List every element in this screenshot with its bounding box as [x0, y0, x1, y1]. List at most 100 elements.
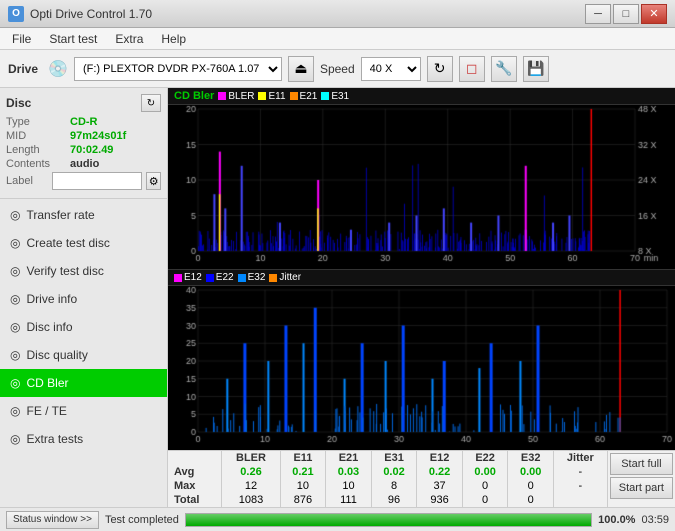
- disc-refresh-button[interactable]: ↻: [141, 94, 161, 112]
- e31-color: [321, 92, 329, 100]
- stats-wrapper: BLER E11 E21 E31 E12 E22 E32 Jitter: [168, 451, 675, 507]
- jitter-color: [269, 274, 277, 282]
- total-jitter: [553, 493, 607, 507]
- col-header-e11: E11: [280, 451, 326, 465]
- erase-button[interactable]: ◻: [459, 56, 485, 82]
- window-controls: ─ □ ✕: [585, 4, 667, 24]
- disc-label-icon[interactable]: ⚙: [146, 172, 161, 190]
- total-e21: 111: [326, 493, 372, 507]
- bler-label: BLER: [228, 91, 254, 102]
- drive-icon: 💿: [48, 59, 68, 79]
- jitter-label: Jitter: [279, 272, 301, 283]
- disc-length-label: Length: [6, 144, 66, 156]
- e31-label: E31: [331, 91, 349, 102]
- chart2-canvas: [168, 286, 675, 450]
- sidebar-item-extra-tests[interactable]: ◎ Extra tests: [0, 425, 167, 453]
- chart2-container: E12 E22 E32 Jitter: [168, 270, 675, 450]
- start-part-button[interactable]: Start part: [610, 477, 673, 499]
- e11-color: [258, 92, 266, 100]
- avg-label: Avg: [168, 465, 222, 479]
- avg-jitter: -: [553, 465, 607, 479]
- max-bler: 12: [222, 479, 280, 493]
- stats-total-row: Total 1083 876 111 96 936 0 0: [168, 493, 607, 507]
- sidebar-item-fe-te[interactable]: ◎ FE / TE: [0, 397, 167, 425]
- chart-area: CD Bler BLER E11 E21 E31: [168, 88, 675, 507]
- start-full-button[interactable]: Start full: [610, 453, 673, 475]
- sidebar-item-disc-quality[interactable]: ◎ Disc quality: [0, 341, 167, 369]
- e12-legend: E12: [174, 272, 202, 283]
- eject-button[interactable]: ⏏: [288, 56, 314, 82]
- sidebar-item-cd-bler[interactable]: ◎ CD Bler: [0, 369, 167, 397]
- sidebar-item-transfer-rate[interactable]: ◎ Transfer rate: [0, 201, 167, 229]
- chart1-canvas: [168, 105, 675, 269]
- menu-extra[interactable]: Extra: [107, 30, 151, 48]
- avg-e12: 0.22: [417, 465, 463, 479]
- refresh-button[interactable]: ↻: [427, 56, 453, 82]
- nav-label: FE / TE: [26, 404, 66, 418]
- sidebar: Disc ↻ Type CD-R MID 97m24s01f Length 70…: [0, 88, 168, 507]
- disc-panel: Disc ↻ Type CD-R MID 97m24s01f Length 70…: [0, 88, 167, 199]
- nav-label: Disc quality: [26, 348, 87, 362]
- titlebar-left: O Opti Drive Control 1.70: [8, 6, 152, 22]
- nav-label: Extra tests: [26, 432, 83, 446]
- progress-percent: 100.0%: [598, 514, 635, 526]
- e22-label: E22: [216, 272, 234, 283]
- disc-type-label: Type: [6, 116, 66, 128]
- drive-toolbar: Drive 💿 (F:) PLEXTOR DVDR PX-760A 1.07 ⏏…: [0, 50, 675, 88]
- sidebar-item-disc-info[interactable]: ◎ Disc info: [0, 313, 167, 341]
- disc-length-value: 70:02.49: [70, 144, 113, 156]
- disc-quality-icon: ◎: [10, 348, 20, 362]
- chart2-canvas-area: [168, 286, 675, 450]
- col-header-label: [168, 451, 222, 465]
- main-area: Disc ↻ Type CD-R MID 97m24s01f Length 70…: [0, 88, 675, 507]
- nav-label: Transfer rate: [26, 208, 94, 222]
- e32-color: [238, 274, 246, 282]
- max-e12: 37: [417, 479, 463, 493]
- save-button[interactable]: 💾: [523, 56, 549, 82]
- sidebar-item-create-test-disc[interactable]: ◎ Create test disc: [0, 229, 167, 257]
- max-e32: 0: [508, 479, 554, 493]
- menu-start-test[interactable]: Start test: [41, 30, 105, 48]
- bler-color: [218, 92, 226, 100]
- e21-label: E21: [300, 91, 318, 102]
- nav-label: Drive info: [26, 292, 77, 306]
- max-label: Max: [168, 479, 222, 493]
- e11-label: E11: [268, 91, 285, 102]
- window-title: Opti Drive Control 1.70: [30, 7, 152, 21]
- bler-legend: BLER: [218, 91, 254, 102]
- total-e11: 876: [280, 493, 326, 507]
- chart1-canvas-area: [168, 105, 675, 269]
- e22-legend: E22: [206, 272, 234, 283]
- disc-label-input[interactable]: [52, 172, 142, 190]
- stats-area: BLER E11 E21 E31 E12 E22 E32 Jitter: [168, 450, 675, 507]
- cd-bler-icon: ◎: [10, 376, 20, 390]
- disc-label-label: Label: [6, 175, 48, 187]
- e21-legend: E21: [290, 91, 318, 102]
- sidebar-item-verify-test-disc[interactable]: ◎ Verify test disc: [0, 257, 167, 285]
- menu-help[interactable]: Help: [153, 30, 194, 48]
- status-window-button[interactable]: Status window >>: [6, 511, 99, 529]
- close-button[interactable]: ✕: [641, 4, 667, 24]
- col-header-e32: E32: [508, 451, 554, 465]
- menu-file[interactable]: File: [4, 30, 39, 48]
- nav-label: CD Bler: [26, 376, 68, 390]
- total-e22: 0: [462, 493, 508, 507]
- verify-test-disc-icon: ◎: [10, 264, 20, 278]
- col-header-e22: E22: [462, 451, 508, 465]
- nav-label: Create test disc: [26, 236, 109, 250]
- disc-panel-title: Disc: [6, 96, 31, 110]
- max-jitter: -: [553, 479, 607, 493]
- progress-bar-inner: [186, 514, 591, 526]
- maximize-button[interactable]: □: [613, 4, 639, 24]
- col-header-e12: E12: [417, 451, 463, 465]
- minimize-button[interactable]: ─: [585, 4, 611, 24]
- e31-legend: E31: [321, 91, 349, 102]
- drive-select[interactable]: (F:) PLEXTOR DVDR PX-760A 1.07: [74, 57, 282, 81]
- chart1-title: CD Bler BLER E11 E21 E31: [168, 88, 675, 105]
- tools-button[interactable]: 🔧: [491, 56, 517, 82]
- extra-tests-icon: ◎: [10, 432, 20, 446]
- total-e31: 96: [371, 493, 417, 507]
- sidebar-item-drive-info[interactable]: ◎ Drive info: [0, 285, 167, 313]
- disc-info-icon: ◎: [10, 320, 20, 334]
- speed-select[interactable]: 40 X: [361, 57, 421, 81]
